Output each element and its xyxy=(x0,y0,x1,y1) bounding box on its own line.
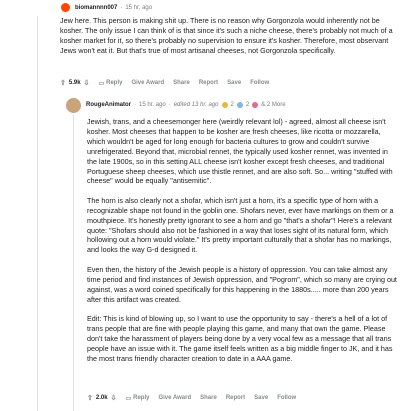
report-button[interactable]: Report xyxy=(199,80,218,86)
username[interactable]: biomannnn007 xyxy=(75,5,117,11)
reply-icon: ▭ xyxy=(125,395,132,402)
reply-button[interactable]: ▭ Reply xyxy=(125,395,149,402)
reply-label: Reply xyxy=(106,80,123,86)
downvote-icon[interactable]: ⇩ xyxy=(84,79,90,87)
reply-label: Reply xyxy=(133,395,150,401)
timestamp[interactable]: 15 hr. ago xyxy=(139,102,166,108)
follow-button[interactable]: Follow xyxy=(277,395,296,401)
give-award-button[interactable]: Give Award xyxy=(158,395,191,401)
thread-line-reply[interactable] xyxy=(73,114,74,411)
award-count: 2 xyxy=(230,102,234,108)
comment-body: Jew here. This person is making shit up.… xyxy=(60,16,395,65)
comment-paragraph: Edit: This is kind of blowing up, so I w… xyxy=(87,313,393,363)
comment-paragraph: Even then, the history of the Jewish peo… xyxy=(87,264,397,304)
timestamp[interactable]: 15 hr. ago xyxy=(125,5,152,11)
thread-line-root[interactable] xyxy=(37,16,38,411)
reply-button[interactable]: ▭ Reply xyxy=(98,80,122,87)
separator-dot: · xyxy=(134,102,136,108)
score: 2.0k xyxy=(95,395,108,401)
award-icon[interactable] xyxy=(221,102,228,108)
upvote-icon[interactable]: ⇧ xyxy=(60,79,66,87)
comment-meta: biomannnn007 · 15 hr. ago xyxy=(75,5,152,11)
award-count: 2 xyxy=(245,102,250,108)
reply-icon: ▭ xyxy=(98,80,105,87)
edited-label: edited 13 hr. ago xyxy=(173,102,219,108)
upvote-icon[interactable]: ⇧ xyxy=(87,394,93,402)
more-awards[interactable]: & 2 More xyxy=(261,102,285,108)
username[interactable]: RougeAnimator xyxy=(86,102,131,108)
comment-actions: ⇧ 5.9k ⇩ ▭ Reply Give Award Share Report … xyxy=(60,79,269,87)
comment-paragraph: Jew here. This person is making shit up.… xyxy=(60,16,393,55)
award-icon[interactable] xyxy=(252,102,259,108)
avatar[interactable] xyxy=(61,3,70,12)
avatar[interactable] xyxy=(66,98,81,113)
vote-control: ⇧ 2.0k ⇩ xyxy=(87,394,116,402)
share-button[interactable]: Share xyxy=(200,395,217,401)
downvote-icon[interactable]: ⇩ xyxy=(111,394,117,402)
report-button[interactable]: Report xyxy=(226,395,245,401)
comment-actions: ⇧ 2.0k ⇩ ▭ Reply Give Award Share Report … xyxy=(87,394,296,402)
score: 5.9k xyxy=(68,80,81,86)
separator-dot: · xyxy=(120,5,123,11)
share-button[interactable]: Share xyxy=(173,80,190,86)
comment-meta: RougeAnimator · 15 hr. ago · edited 13 h… xyxy=(86,102,286,108)
give-award-button[interactable]: Give Award xyxy=(131,80,164,86)
vote-control: ⇧ 5.9k ⇩ xyxy=(60,79,89,87)
comment-thread: biomannnn007 · 15 hr. ago Jew here. This… xyxy=(0,0,411,411)
comment-paragraph: Jewish, trans, and a cheesemonger here (… xyxy=(87,117,393,186)
separator-dot: · xyxy=(168,102,171,108)
comment-paragraph: The horn is also clearly not a shofar, w… xyxy=(87,195,394,255)
comment-body: Jewish, trans, and a cheesemonger here (… xyxy=(87,117,397,373)
follow-button[interactable]: Follow xyxy=(250,80,269,86)
save-button[interactable]: Save xyxy=(227,80,241,86)
award-icon[interactable] xyxy=(236,102,243,108)
save-button[interactable]: Save xyxy=(254,395,268,401)
